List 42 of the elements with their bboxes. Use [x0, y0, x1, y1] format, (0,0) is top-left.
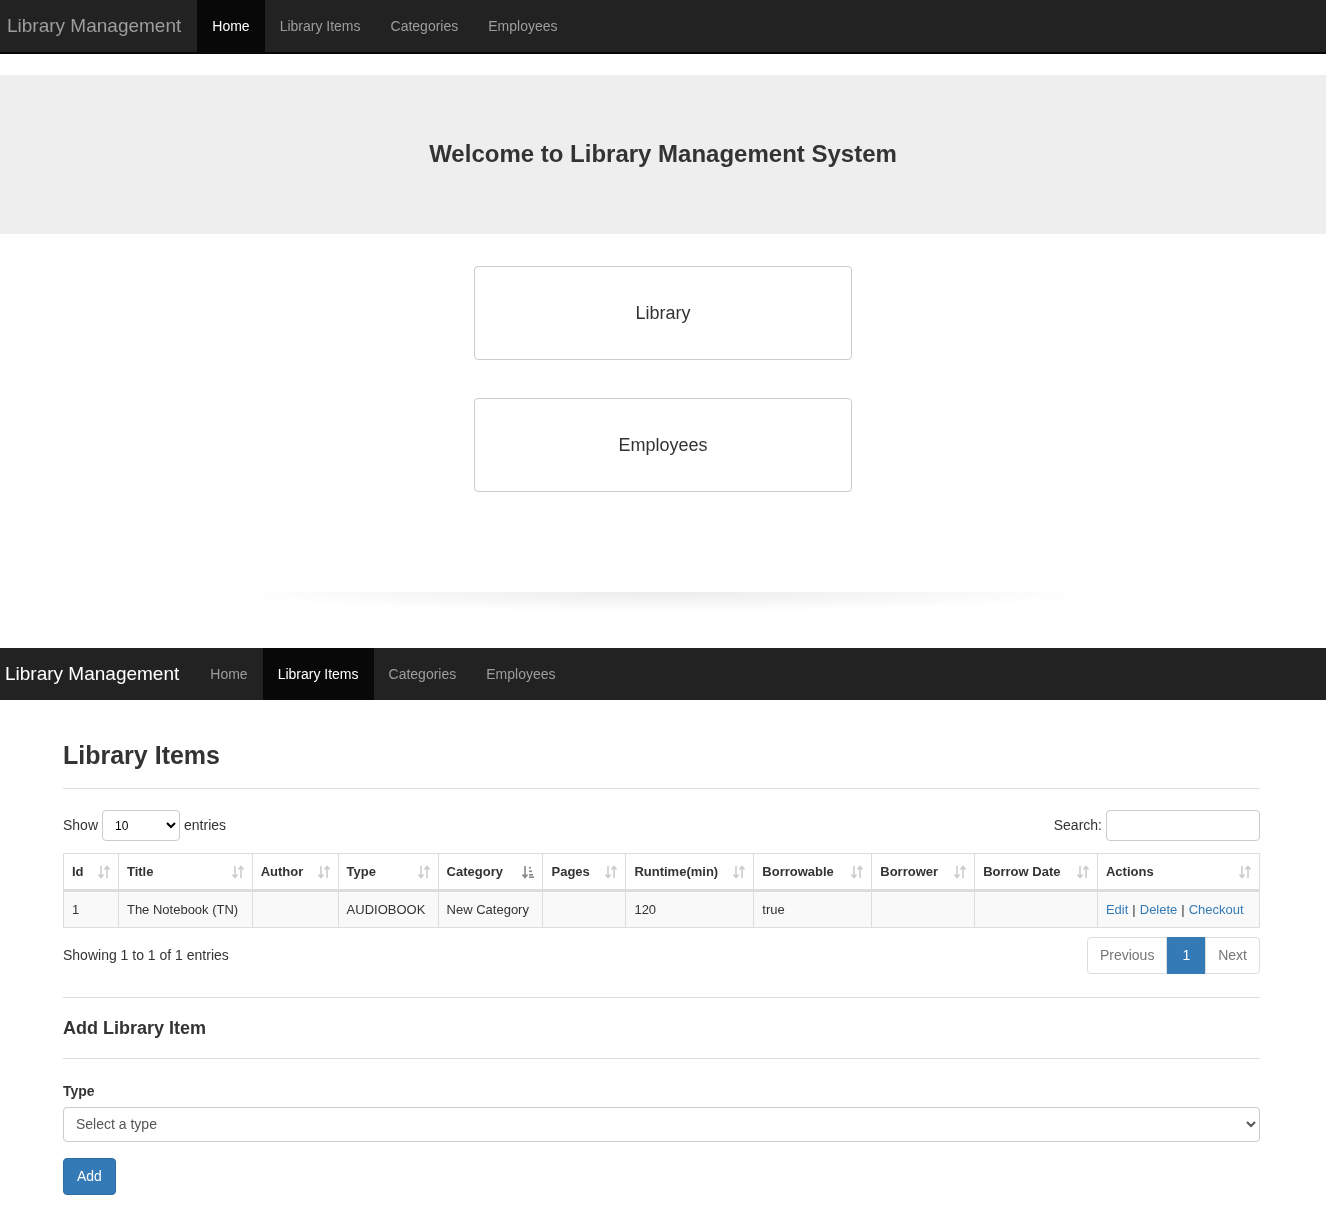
page-link[interactable]: Previous: [1086, 937, 1168, 974]
search-field[interactable]: [1106, 810, 1260, 841]
table-cell: 1: [72, 901, 80, 917]
entries-label: entries: [184, 816, 227, 835]
table-cell: true: [762, 901, 785, 917]
entries-info: Showing 1 to 1 of 1 entries: [63, 946, 229, 965]
nav-button[interactable]: Library: [474, 266, 852, 360]
nav-link[interactable]: Categories: [375, 0, 474, 52]
action-link[interactable]: Checkout: [1188, 901, 1244, 917]
column-header[interactable]: Id: [72, 861, 84, 882]
page-link[interactable]: 1: [1167, 937, 1206, 974]
page-length-select[interactable]: 10: [102, 810, 181, 841]
nav-link[interactable]: Employees: [471, 648, 571, 700]
welcome-heading: Welcome to Library Management System: [429, 140, 897, 169]
show-label: Show: [63, 816, 99, 835]
nav-link[interactable]: Home: [197, 0, 265, 52]
page-title: Library Items: [63, 740, 221, 770]
column-header[interactable]: Type: [346, 861, 376, 882]
nav-button[interactable]: Employees: [474, 398, 852, 492]
table-cell: 120: [634, 901, 657, 917]
table-cell: New Category: [446, 901, 529, 917]
nav-link[interactable]: Library Items: [264, 0, 376, 52]
type-select[interactable]: Select a type: [63, 1106, 1260, 1142]
section-title: Add Library Item: [63, 1018, 208, 1040]
separator: |: [1132, 901, 1136, 917]
separator: |: [1181, 901, 1185, 917]
table-cell: The Notebook (TN): [126, 901, 239, 917]
search-label: Search:: [1053, 816, 1102, 835]
column-header[interactable]: Title: [126, 861, 154, 882]
page-link[interactable]: Next: [1205, 937, 1260, 974]
action-link[interactable]: Edit: [1105, 901, 1129, 917]
table-cell: AUDIOBOOK: [346, 901, 426, 917]
add-button[interactable]: Add: [63, 1157, 116, 1195]
nav-link[interactable]: Employees: [473, 0, 573, 52]
brand-link[interactable]: Library Management: [0, 648, 196, 700]
nav-link[interactable]: Home: [195, 648, 263, 700]
column-header[interactable]: Actions: [1105, 861, 1154, 882]
nav-link[interactable]: Library Items: [262, 648, 374, 700]
nav-link[interactable]: Categories: [373, 648, 472, 700]
action-link[interactable]: Delete: [1139, 901, 1178, 917]
field-label: Type: [63, 1081, 96, 1101]
brand-link[interactable]: Library Management: [0, 0, 198, 52]
